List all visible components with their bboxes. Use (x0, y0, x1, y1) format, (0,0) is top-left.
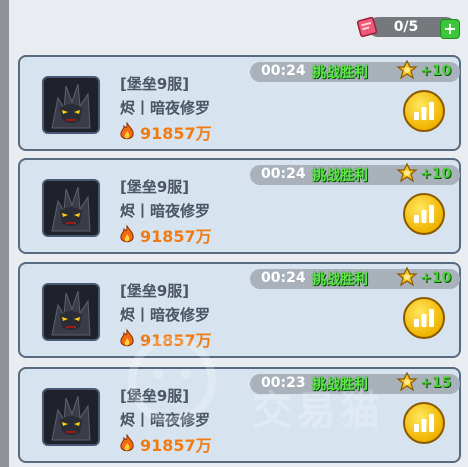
battle-record-card[interactable]: [堡垒9服] 烬丨暗夜修罗 91857万 00:24 挑战胜利 +10 (18, 262, 461, 358)
power-value: 91857万 (140, 227, 212, 246)
rank-button[interactable] (403, 193, 445, 235)
battle-result: 挑战胜利 (312, 65, 368, 81)
fire-icon (120, 122, 134, 140)
power-value: 91857万 (140, 331, 212, 350)
server-label: [堡垒9服] (120, 282, 190, 300)
battle-result: 挑战胜利 (312, 168, 368, 184)
battle-record-card[interactable]: [堡垒9服] 烬丨暗夜修罗 91857万 00:23 挑战胜利 +15 (18, 367, 461, 463)
rank-bars-icon (414, 205, 434, 223)
rank-bars-icon (414, 414, 434, 432)
fire-icon (120, 225, 134, 243)
avatar-portrait (44, 285, 98, 339)
power-value: 91857万 (140, 436, 212, 455)
battle-time: 00:24 (261, 270, 306, 286)
player-name: 烬丨暗夜修罗 (120, 411, 211, 429)
power-row: 91857万 (118, 121, 212, 143)
battle-record-card[interactable]: [堡垒9服] 烬丨暗夜修罗 91857万 00:24 挑战胜利 +10 (18, 55, 461, 151)
ticket-count: 0/5 (393, 19, 419, 35)
ticket-counter: 0/5 + (356, 13, 460, 41)
medal-icon (396, 266, 418, 287)
rank-bars-icon (414, 102, 434, 120)
score-change: +10 (420, 270, 452, 286)
rank-button[interactable] (403, 90, 445, 132)
player-name: 烬丨暗夜修罗 (120, 99, 211, 117)
avatar-portrait (44, 181, 98, 235)
battle-result: 挑战胜利 (312, 272, 368, 288)
avatar-portrait (44, 78, 98, 132)
server-label: [堡垒9服] (120, 178, 190, 196)
fire-icon (120, 434, 134, 452)
medal-icon (396, 371, 418, 392)
battle-time: 00:24 (261, 63, 306, 79)
medal-icon (396, 59, 418, 80)
ticket-icon (356, 16, 378, 38)
rank-bars-icon (414, 309, 434, 327)
avatar-portrait (44, 390, 98, 444)
player-name: 烬丨暗夜修罗 (120, 306, 211, 324)
server-label: [堡垒9服] (120, 75, 190, 93)
battle-record-card[interactable]: [堡垒9服] 烬丨暗夜修罗 91857万 00:24 挑战胜利 +10 (18, 158, 461, 254)
avatar[interactable] (42, 388, 100, 446)
medal-icon (396, 162, 418, 183)
left-edge-bar (0, 0, 9, 467)
power-row: 91857万 (118, 328, 212, 350)
battle-time: 00:23 (261, 375, 306, 391)
avatar[interactable] (42, 179, 100, 237)
fire-icon (120, 329, 134, 347)
rank-button[interactable] (403, 297, 445, 339)
battle-result: 挑战胜利 (312, 377, 368, 393)
score-change: +15 (420, 375, 452, 391)
plus-icon: + (443, 19, 457, 38)
avatar[interactable] (42, 283, 100, 341)
server-label: [堡垒9服] (120, 387, 190, 405)
score-change: +10 (420, 166, 452, 182)
add-ticket-button[interactable]: + (440, 19, 460, 39)
player-name: 烬丨暗夜修罗 (120, 202, 211, 220)
power-row: 91857万 (118, 224, 212, 246)
power-row: 91857万 (118, 433, 212, 455)
rank-button[interactable] (403, 402, 445, 444)
avatar[interactable] (42, 76, 100, 134)
score-change: +10 (420, 63, 452, 79)
battle-time: 00:24 (261, 166, 306, 182)
power-value: 91857万 (140, 124, 212, 143)
